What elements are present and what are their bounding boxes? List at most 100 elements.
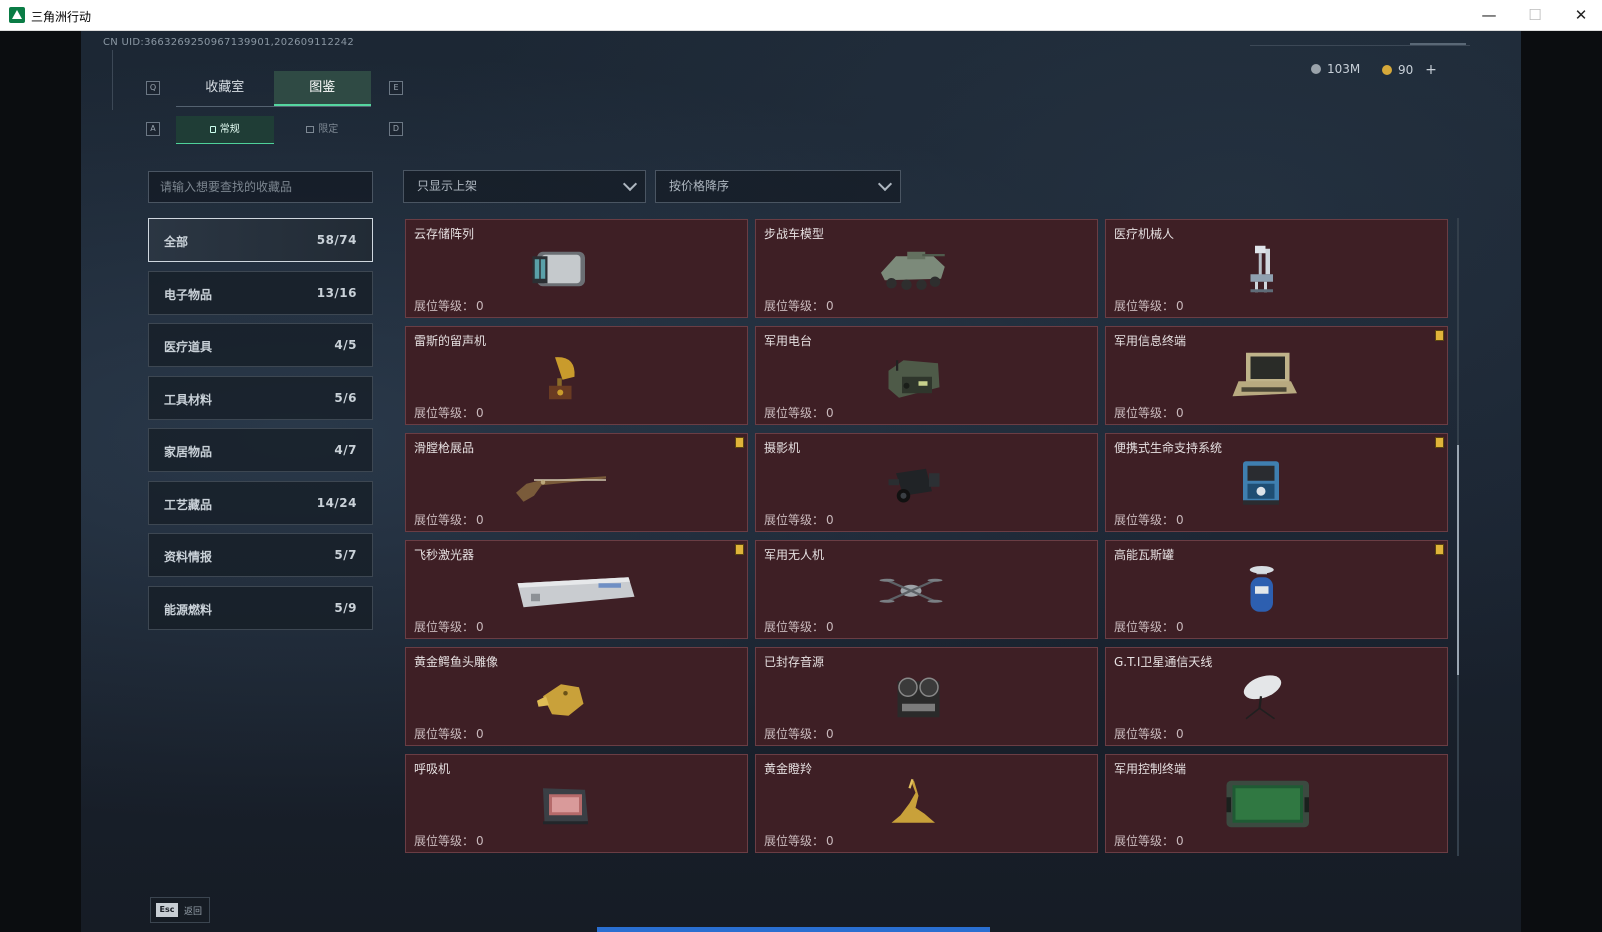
collection-item-card[interactable]: 军用电台 展位等级： 0	[755, 326, 1098, 425]
notice-flag-icon	[735, 544, 744, 555]
server-array-icon	[532, 251, 585, 287]
level-label: 展位等级：	[764, 299, 825, 313]
item-name: 黄金瞪羚	[764, 762, 813, 776]
category-household[interactable]: 家居物品 4/7	[148, 428, 373, 472]
decor-line	[112, 50, 113, 110]
window-title: 三角洲行动	[31, 10, 92, 24]
level-label: 展位等级：	[764, 727, 825, 741]
sub-tabs: 常规 限定	[176, 116, 371, 144]
info-terminal-icon	[1232, 352, 1297, 397]
item-level: 展位等级： 0	[1114, 511, 1184, 528]
item-level: 展位等级： 0	[764, 725, 834, 742]
item-name: 云存储阵列	[414, 227, 475, 241]
item-name: 摄影机	[764, 441, 801, 455]
tab-catalog[interactable]: 图鉴	[273, 71, 371, 106]
category-medical[interactable]: 医疗道具 4/5	[148, 323, 373, 367]
item-name: 军用电台	[764, 334, 813, 348]
level-value: 0	[826, 834, 834, 848]
category-intel[interactable]: 资料情报 5/7	[148, 533, 373, 577]
search-input[interactable]	[148, 171, 373, 203]
category-crafts[interactable]: 工艺藏品 14/24	[148, 481, 373, 525]
collection-item-card[interactable]: 飞秒激光器 展位等级： 0	[405, 540, 748, 639]
collection-item-card[interactable]: 医疗机械人 展位等级： 0	[1105, 219, 1448, 318]
back-button[interactable]: Esc 返回	[150, 897, 210, 923]
level-label: 展位等级：	[764, 406, 825, 420]
item-level: 展位等级： 0	[764, 618, 834, 635]
collection-item-card[interactable]: 云存储阵列展位等级： 0	[405, 219, 748, 318]
level-label: 展位等级：	[764, 620, 825, 634]
category-label: 能源燃料	[164, 603, 213, 617]
level-value: 0	[476, 727, 484, 741]
collection-item-card[interactable]: 滑膛枪展品 展位等级： 0	[405, 433, 748, 532]
collection-item-card[interactable]: 摄影机展位等级： 0	[755, 433, 1098, 532]
collection-item-card[interactable]: 黄金鳄鱼头雕像 展位等级： 0	[405, 647, 748, 746]
esc-key-icon: Esc	[156, 903, 178, 917]
key-hint-e: E	[389, 81, 403, 95]
level-label: 展位等级：	[414, 727, 475, 741]
category-all[interactable]: 全部 58/74	[148, 218, 373, 262]
category-tools[interactable]: 工具材料 5/6	[148, 376, 373, 420]
level-label: 展位等级：	[1114, 513, 1175, 527]
gold-crocodile-icon	[537, 684, 584, 716]
add-currency-button[interactable]: +	[1425, 62, 1437, 78]
item-name: 滑膛枪展品	[414, 441, 475, 455]
category-count: 4/7	[334, 443, 357, 457]
tab-collection-room[interactable]: 收藏室	[176, 71, 274, 106]
collection-item-card[interactable]: 已封存音源 展位等级： 0	[755, 647, 1098, 746]
level-label: 展位等级：	[764, 513, 825, 527]
collection-item-card[interactable]: 便携式生命支持系统 展位等级： 0	[1105, 433, 1448, 532]
collection-item-card[interactable]: 黄金瞪羚展位等级： 0	[755, 754, 1098, 853]
chevron-down-icon	[877, 176, 893, 192]
app-logo-icon	[9, 7, 25, 23]
item-level: 展位等级： 0	[414, 297, 484, 314]
subtab-regular[interactable]: 常规	[176, 116, 274, 144]
player-uid: CN UID:3663269250967139901,202609112242	[103, 37, 355, 48]
notice-flag-icon	[735, 437, 744, 448]
drone-icon	[879, 578, 943, 603]
level-label: 展位等级：	[414, 406, 475, 420]
grid-scroll-thumb[interactable]	[1457, 445, 1459, 675]
shelf-filter-dropdown[interactable]: 只显示上架	[403, 170, 646, 203]
category-label: 资料情报	[164, 550, 213, 564]
collection-item-card[interactable]: 高能瓦斯罐 展位等级： 0	[1105, 540, 1448, 639]
notice-flag-icon	[1435, 544, 1444, 555]
minimize-button[interactable]: —	[1466, 0, 1512, 31]
collection-item-card[interactable]: 军用信息终端 展位等级： 0	[1105, 326, 1448, 425]
armored-vehicle-icon	[881, 251, 945, 290]
item-level: 展位等级： 0	[1114, 832, 1184, 849]
level-value: 0	[476, 513, 484, 527]
category-electronics[interactable]: 电子物品 13/16	[148, 271, 373, 315]
subtab-regular-label: 常规	[219, 124, 240, 135]
gold-coin-icon	[1382, 65, 1392, 75]
category-energy[interactable]: 能源燃料 5/9	[148, 586, 373, 630]
subtab-limited-label: 限定	[318, 124, 339, 135]
item-level: 展位等级： 0	[1114, 725, 1184, 742]
close-button[interactable]: ✕	[1558, 0, 1602, 31]
level-value: 0	[826, 727, 834, 741]
subtab-limited[interactable]: 限定	[274, 116, 372, 144]
sort-dropdown[interactable]: 按价格降序	[655, 170, 901, 203]
lock-icon	[209, 126, 216, 133]
tape-recorder-icon	[897, 677, 940, 718]
collection-item-card[interactable]: 军用无人机 展位等级： 0	[755, 540, 1098, 639]
item-level: 展位等级： 0	[1114, 297, 1184, 314]
collection-item-card[interactable]: 军用控制终端 展位等级： 0	[1105, 754, 1448, 853]
level-value: 0	[1176, 299, 1184, 313]
collection-item-card[interactable]: G.T.I卫星通信天线 展位等级： 0	[1105, 647, 1448, 746]
level-value: 0	[826, 513, 834, 527]
gramophone-icon	[549, 357, 575, 400]
laser-case-icon	[517, 577, 635, 608]
military-radio-icon	[888, 360, 940, 398]
level-label: 展位等级：	[414, 620, 475, 634]
maximize-button[interactable]: ☐	[1512, 0, 1558, 31]
back-label: 返回	[184, 907, 203, 917]
collection-item-card[interactable]: 雷斯的留声机 展位等级： 0	[405, 326, 748, 425]
level-value: 0	[826, 620, 834, 634]
collection-item-card[interactable]: 步战车模型 展位等级： 0	[755, 219, 1098, 318]
level-value: 0	[476, 620, 484, 634]
collection-item-card[interactable]: 呼吸机 展位等级： 0	[405, 754, 748, 853]
category-label: 工具材料	[164, 393, 213, 407]
key-hint-d: D	[389, 122, 403, 136]
camera-icon	[888, 468, 940, 503]
item-level: 展位等级： 0	[764, 832, 834, 849]
